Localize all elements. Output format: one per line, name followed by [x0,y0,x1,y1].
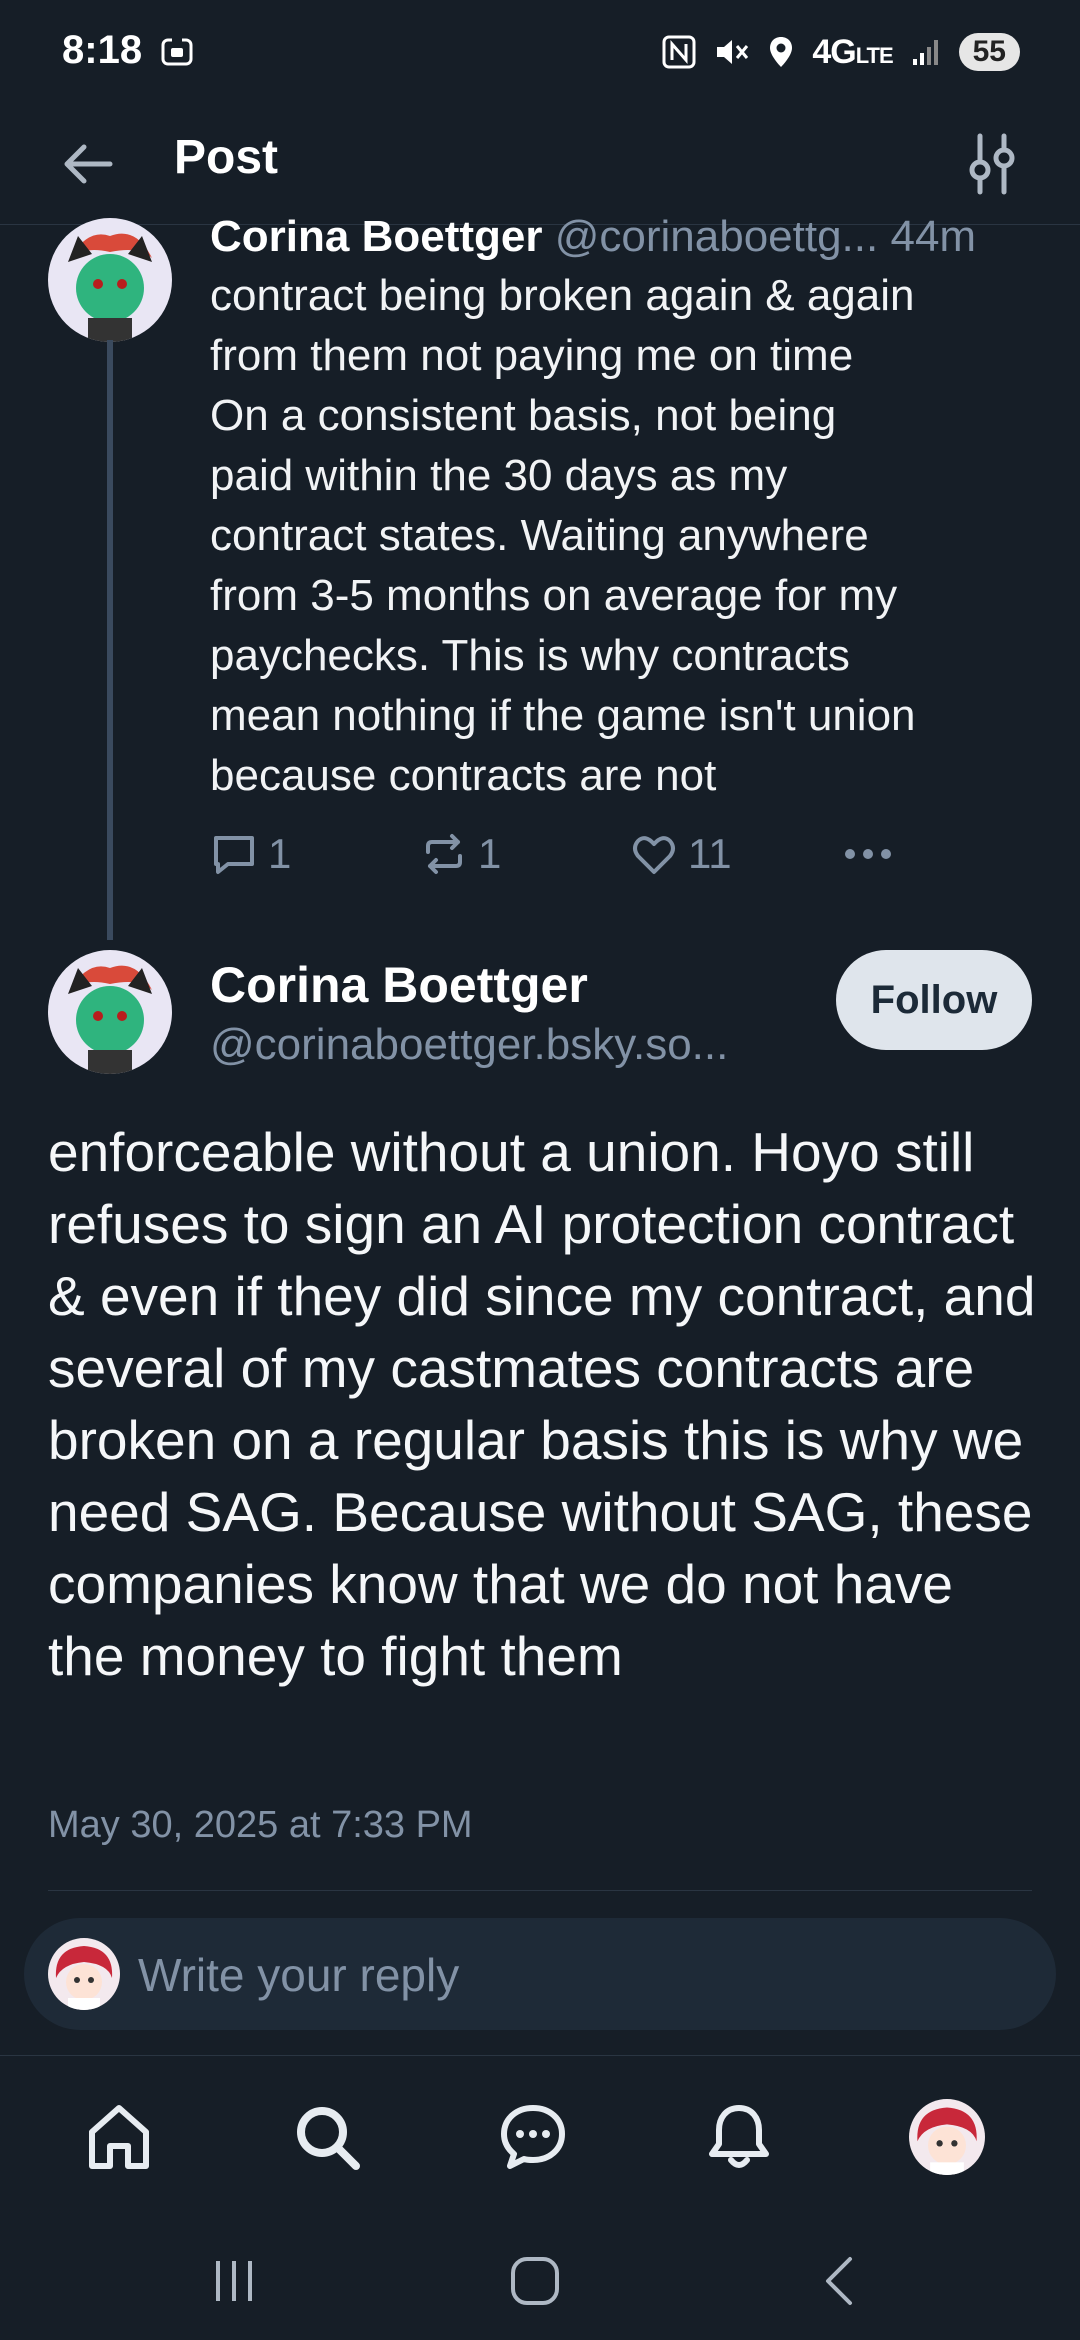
reply-placeholder: Write your reply [138,1949,460,2001]
page-title: Post [174,131,279,184]
profile-avatar [909,2099,985,2175]
nav-home[interactable] [74,2092,164,2182]
chevron-left-icon [826,2257,852,2305]
post-date: May 30, 2025 at 7:33 PM [48,1804,473,1846]
bottom-nav [0,2055,1080,2226]
author-name[interactable]: Corina Boettger [210,956,588,1014]
follow-button[interactable]: Follow [836,950,1032,1050]
author-handle[interactable]: @corinaboettger.bsky.so... [210,1020,728,1070]
divider [48,1890,1032,1891]
nav-messages[interactable] [488,2092,578,2182]
more-dots-icon [845,849,891,859]
recent-apps-icon [216,2261,252,2301]
back-arrow-icon[interactable] [56,132,120,196]
parent-post[interactable]: Corina Boettger @corinaboettg... 44m con… [0,212,1080,940]
reply-input[interactable]: Write your reply [24,1918,1056,2030]
thread-line [107,340,113,940]
heart-icon [633,836,675,874]
post-text: enforceable without a union. Hoyo still … [48,1121,1036,1687]
post-text: contract being broken again & again from… [210,271,916,800]
network-type: 4GLTE [812,32,893,71]
status-bar: 8:18 4GLTE 55 [0,0,1080,110]
author-handle[interactable]: @corinaboettg... [555,212,879,261]
like-button[interactable]: 11 [630,830,732,878]
header: Post [0,110,1080,225]
reply-icon [214,836,254,874]
repost-count: 1 [478,830,502,877]
avatar[interactable] [48,218,172,342]
post-age: 44m [890,212,977,261]
status-icons: 4GLTE 55 [662,28,1020,76]
chat-icon [501,2105,565,2169]
thread-settings-icon[interactable] [960,130,1024,198]
nav-notifications[interactable] [694,2092,784,2182]
nav-search[interactable] [282,2092,372,2182]
reply-count: 1 [268,830,292,877]
bell-icon [709,2105,769,2168]
repost-button[interactable]: 1 [420,830,501,878]
avatar[interactable] [48,950,172,1074]
mute-icon [717,40,749,64]
like-count: 11 [688,830,732,877]
screen-recording-icon [161,36,193,66]
battery-level: 55 [958,33,1020,71]
signal-icon [912,40,938,65]
recent-apps-button[interactable] [194,2241,274,2321]
home-square-icon [511,2257,559,2305]
post-meta: Corina Boettger @corinaboettg... 44m [210,212,976,262]
search-icon [297,2107,360,2170]
home-button[interactable] [495,2241,575,2321]
status-time: 8:18 [62,28,143,72]
nfc-icon [662,35,696,69]
repost-icon [426,834,462,874]
reply-button[interactable]: 1 [210,830,291,878]
location-icon [770,37,793,67]
author-name[interactable]: Corina Boettger [210,212,542,261]
home-icon [89,2105,149,2169]
post-actions: 1 1 11 [210,830,1030,890]
nav-profile[interactable] [902,2092,992,2182]
more-options-button[interactable] [840,830,896,878]
system-back-button[interactable] [800,2241,880,2321]
user-avatar [48,1938,120,2010]
system-navigation-bar [0,2225,1080,2340]
